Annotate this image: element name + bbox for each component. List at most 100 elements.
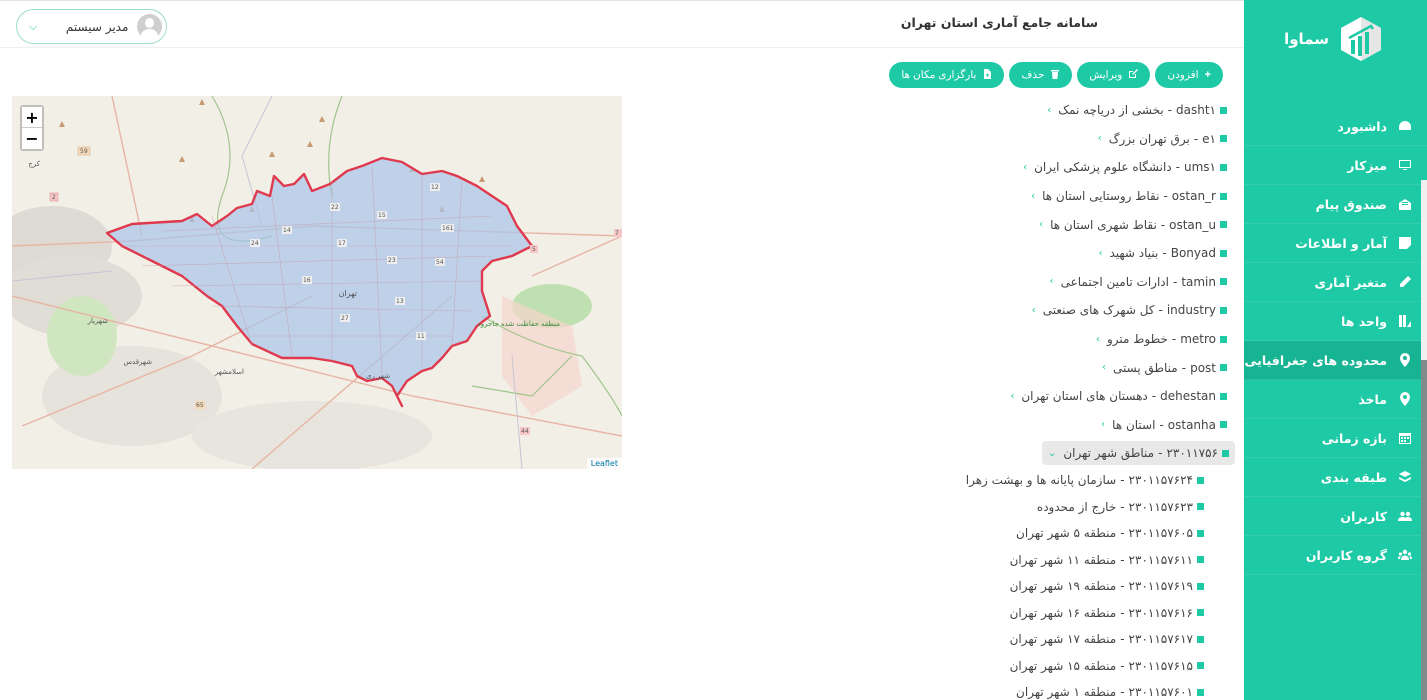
road-number: 17 xyxy=(338,240,346,247)
map-label-shahr-e-qods: شهرقدس xyxy=(123,358,152,366)
road-number: 12 xyxy=(431,184,439,191)
node-square-icon xyxy=(1220,421,1227,429)
delete-button[interactable]: حذف xyxy=(1009,62,1073,88)
tree-item[interactable]: dasht١- بخشی از دریاچه نمک › xyxy=(967,96,1227,125)
upload-places-button-label: بارگزاری مکان ها xyxy=(901,69,977,81)
node-square-icon xyxy=(1220,306,1227,314)
map-label-eslamshahr: اسلامشهر xyxy=(214,368,244,376)
node-square-icon xyxy=(1220,364,1227,372)
node-square-icon xyxy=(1220,392,1227,400)
node-square-icon xyxy=(1197,688,1204,696)
user-menu[interactable]: ⌵ مدیر سیستم xyxy=(16,9,167,44)
sidebar-item-statistics[interactable]: آمار و اطلاعات xyxy=(1244,224,1427,263)
chevron-left-icon: › xyxy=(1101,362,1106,374)
node-square-icon xyxy=(1222,449,1229,457)
road-number: 22 xyxy=(331,204,339,211)
map-tiles[interactable]: 59 2 22 12 15 14 24 161 17 23 54 16 13 2… xyxy=(12,96,622,469)
sidebar-scrollbar[interactable] xyxy=(1421,180,1427,700)
upload-places-button[interactable]: بارگزاری مکان ها xyxy=(889,62,1005,88)
file-upload-icon xyxy=(982,68,992,82)
tree-item[interactable]: ostan_u - نقاط شهری استان ها › xyxy=(967,210,1227,239)
edit-button[interactable]: ویرایش xyxy=(1077,62,1151,88)
sidebar-item-geo-regions[interactable]: محدوده های جغرافیایی xyxy=(1244,341,1427,380)
sidebar-item-units[interactable]: واحد ها xyxy=(1244,302,1427,341)
sidebar-item-desktop[interactable]: میزکار xyxy=(1244,146,1427,185)
node-square-icon xyxy=(1220,249,1227,257)
chevron-left-icon: › xyxy=(1098,247,1103,259)
node-square-icon xyxy=(1197,609,1204,617)
chevron-left-icon: › xyxy=(1039,219,1044,231)
sidebar-item-time-range[interactable]: بازه زمانی xyxy=(1244,419,1427,458)
map-marker-icon xyxy=(1397,352,1413,368)
trash-icon xyxy=(1050,69,1060,82)
map-label-rey: شهر ری xyxy=(366,372,390,380)
tree-child-item[interactable]: ۲۳۰۱۱۵۷۶۱۹- منطقه ۱۹ شهر تهران xyxy=(966,573,1204,600)
road-number: 59 xyxy=(80,148,88,155)
add-button[interactable]: + افزودن xyxy=(1155,62,1223,88)
map-label-protected-area: منطقه حفاظت شده جاجرود xyxy=(478,320,561,328)
road-number: 65 xyxy=(196,402,204,409)
chevron-left-icon: › xyxy=(1097,133,1102,145)
pencil-icon xyxy=(1397,274,1413,290)
plus-icon: + xyxy=(1204,69,1211,81)
sidebar-item-sources[interactable]: ماخذ xyxy=(1244,380,1427,419)
road-number: 15 xyxy=(378,212,386,219)
map-marker-icon xyxy=(1397,391,1413,407)
tree-item[interactable]: ostanha - استان ها › xyxy=(967,411,1227,440)
delete-button-label: حذف xyxy=(1021,69,1045,81)
user-avatar-icon xyxy=(137,14,162,39)
chevron-left-icon: › xyxy=(1031,190,1036,202)
node-square-icon xyxy=(1197,476,1204,484)
node-square-icon xyxy=(1220,106,1227,114)
envelope-open-icon xyxy=(1397,196,1413,212)
sidebar-item-variables[interactable]: متغیر آماری xyxy=(1244,263,1427,302)
brand-name: سماوا xyxy=(1284,30,1329,48)
sidebar-item-inbox[interactable]: صندوق پیام xyxy=(1244,185,1427,224)
sidebar: سماوا داشبورد میزکار صندوق پیام آمار و ا… xyxy=(1244,0,1427,700)
tree-child-item[interactable]: ۲۳۰۱۱۵۷۶۲۴- سازمان پایانه ها و بهشت زهرا xyxy=(966,467,1204,494)
tree-item[interactable]: ostan_r - نقاط روستایی استان ها › xyxy=(967,182,1227,211)
chevron-left-icon: › xyxy=(1096,333,1101,345)
tree-child-item[interactable]: ۲۳۰۱۱۵۷۶۰۱- منطقه ۱ شهر تهران xyxy=(966,679,1204,700)
road-number: 7 xyxy=(615,230,619,237)
tree-child-item[interactable]: ۲۳۰۱۱۵۷۶۱۱- منطقه ۱۱ شهر تهران xyxy=(966,547,1204,574)
user-name: مدیر سیستم xyxy=(65,19,129,34)
tree-item-selected[interactable]: ۲۳۰۱۱۷۵۶- مناطق شهر تهران ⌄ xyxy=(1041,441,1235,466)
chevron-left-icon: › xyxy=(1101,419,1106,431)
tree-child-item[interactable]: ۲۳۰۱۱۵۷۶۱۵- منطقه ۱۵ شهر تهران xyxy=(966,653,1204,680)
sidebar-scrollbar-thumb[interactable] xyxy=(1421,180,1427,360)
zoom-out-button[interactable]: − xyxy=(22,128,42,149)
tree-item[interactable]: ums١- دانشگاه علوم پزشکی ایران › xyxy=(967,153,1227,182)
sidebar-item-user-groups[interactable]: گروه کاربران xyxy=(1244,536,1427,575)
user-group-icon xyxy=(1397,547,1413,563)
tree-child-item[interactable]: ۲۳۰۱۱۵۷۶۱۷- منطقه ۱۷ شهر تهران xyxy=(966,626,1204,653)
road-number: 54 xyxy=(436,259,444,266)
sidebar-item-users[interactable]: کاربران xyxy=(1244,497,1427,536)
road-number: 44 xyxy=(521,428,529,435)
sidebar-item-classification[interactable]: طبقه بندی xyxy=(1244,458,1427,497)
leaflet-attribution-link[interactable]: Leaflet xyxy=(586,458,622,469)
road-number: 13 xyxy=(396,298,404,305)
node-square-icon xyxy=(1197,635,1204,643)
tree-item[interactable]: industry - کل شهرک های صنعتی › xyxy=(967,296,1227,325)
map-view[interactable]: 59 2 22 12 15 14 24 161 17 23 54 16 13 2… xyxy=(12,96,622,469)
app-title: سامانه جامع آماری استان تهران xyxy=(900,15,1098,30)
sidebar-item-dashboard[interactable]: داشبورد xyxy=(1244,107,1427,146)
tree-child-item[interactable]: ۲۳۰۱۱۵۷۶۰۵- منطقه ۵ شهر تهران xyxy=(966,520,1204,547)
node-square-icon xyxy=(1197,582,1204,590)
tree-item[interactable]: e١- برق تهران بزرگ › xyxy=(967,125,1227,154)
tree-item[interactable]: metro - خطوط مترو › xyxy=(967,325,1227,354)
tree-item[interactable]: post - مناطق پستی › xyxy=(967,353,1227,382)
brand: سماوا xyxy=(1244,0,1427,78)
node-square-icon xyxy=(1197,529,1204,537)
zoom-in-button[interactable]: + xyxy=(22,107,42,128)
tree-child-item[interactable]: ۲۳۰۱۱۵۷۶۱۶- منطقه ۱۶ شهر تهران xyxy=(966,600,1204,627)
layers-icon xyxy=(1397,469,1413,485)
edit-icon xyxy=(1128,68,1139,82)
tree-item[interactable]: dehestan - دهستان های استان تهران › xyxy=(967,382,1227,411)
tree-item[interactable]: tamin - ادارات تامین اجتماعی › xyxy=(967,268,1227,297)
node-square-icon xyxy=(1197,503,1204,511)
tree-item[interactable]: Bonyad - بنیاد شهید › xyxy=(967,239,1227,268)
chevron-left-icon: › xyxy=(1023,161,1028,173)
tree-child-item[interactable]: ۲۳۰۱۱۵۷۶۲۳- خارج از محدوده xyxy=(966,494,1204,521)
